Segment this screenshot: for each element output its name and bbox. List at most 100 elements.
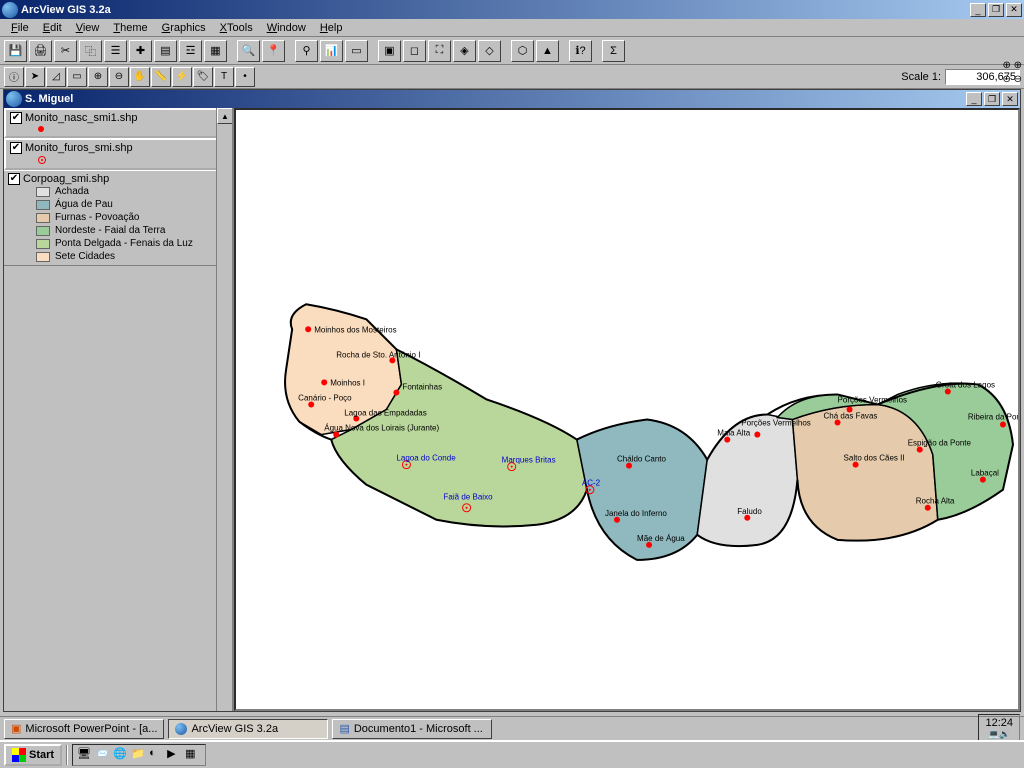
menu-xtools[interactable]: XTools [213,21,260,35]
menu-graphics[interactable]: Graphics [155,21,213,35]
measure-icon[interactable]: 📏 [151,67,171,87]
media-icon[interactable]: ▶ [167,747,183,763]
explorer-icon[interactable]: 📁 [131,747,147,763]
msn-icon[interactable]: ◐ [149,747,165,763]
task-button[interactable]: ArcView GIS 3.2a [168,719,328,739]
point-symbol-icon [38,156,46,164]
add-theme-icon[interactable]: ✚ [129,40,152,62]
pan-icon[interactable]: ✋ [130,67,150,87]
svg-text:Porções Vermelhos: Porções Vermelhos [741,419,811,428]
class-label: Achada [55,186,89,197]
layer-checkbox[interactable]: ✔ [8,173,20,185]
theme-props-icon[interactable]: ▤ [154,40,177,62]
svg-text:Rocha Alta: Rocha Alta [916,497,955,506]
zoom-full-icon[interactable]: ⛶ [428,40,451,62]
menu-edit[interactable]: Edit [36,21,69,35]
start-button[interactable]: Start [4,744,62,766]
menu-help[interactable]: Help [313,21,350,35]
system-clock: 12:24 💻🔊 [978,714,1020,743]
layer-item[interactable]: ✔ Monito_furos_smi.shp [4,138,232,170]
zoom-selected-icon[interactable]: ◇ [478,40,501,62]
dissolve-icon[interactable]: ⬡ [511,40,534,62]
app-title: ArcView GIS 3.2a [21,4,970,16]
pointer-icon[interactable]: ➤ [25,67,45,87]
svg-text:Grota dos Lagos: Grota dos Lagos [936,380,995,389]
scroll-up-icon[interactable]: ▲ [217,108,233,124]
app-titlebar: ArcView GIS 3.2a _ ❐ ✕ [0,0,1024,19]
toc-scrollbar[interactable]: ▲ [216,108,232,711]
restore-button[interactable]: ❐ [988,3,1004,17]
identify-icon[interactable]: ⓘ [4,67,24,87]
layer-item[interactable]: ✔ Corpoag_smi.shp Achada Água de Pau Fur… [4,170,232,266]
map-canvas[interactable]: Moinhos dos Mosteiros Rocha de Sto. Antó… [234,108,1020,711]
svg-text:Maia Alta: Maia Alta [717,429,751,438]
svg-text:AC-2: AC-2 [582,479,601,488]
menu-theme[interactable]: Theme [106,21,154,35]
class-label: Água de Pau [55,199,113,210]
view-close-button[interactable]: ✕ [1002,92,1018,106]
quick-launch: 🖥 📨 🌐 📁 ◐ ▶ ▦ [72,744,206,766]
point-symbol-icon [38,126,44,132]
view-window: S. Miguel _ ❐ ✕ ✔ Monito_nasc_smi1.shp ✔… [3,89,1021,712]
copy-icon[interactable]: ⿻ [79,40,102,62]
desktop-icon[interactable]: 🖥 [77,747,93,763]
hotlink-icon[interactable]: ⚡ [172,67,192,87]
map-svg: Moinhos dos Mosteiros Rocha de Sto. Antó… [236,110,1018,709]
text-icon[interactable]: T [214,67,234,87]
svg-text:Espigão da Ponte: Espigão da Ponte [908,439,972,448]
select-none-icon[interactable]: ◻ [403,40,426,62]
select-all-icon[interactable]: ▣ [378,40,401,62]
ie-icon[interactable]: 🌐 [113,747,129,763]
locate-icon[interactable]: 📍 [262,40,285,62]
layer-checkbox[interactable]: ✔ [10,142,22,154]
layout-icon[interactable]: ▭ [345,40,368,62]
geoprocess-icon[interactable]: ▲ [536,40,559,62]
cut-icon[interactable]: ✂ [54,40,77,62]
table-icon[interactable]: ▦ [204,40,227,62]
help-icon[interactable]: ℹ? [569,40,592,62]
app-icon[interactable]: ▦ [185,747,201,763]
view-icon [6,91,22,107]
menu-file[interactable]: File [4,21,36,35]
svg-text:Salto dos Cães II: Salto dos Cães II [844,454,905,463]
vertex-icon[interactable]: ◿ [46,67,66,87]
outlook-icon[interactable]: 📨 [95,747,111,763]
swatch-icon [36,213,50,223]
svg-text:Mãe de Água: Mãe de Água [637,534,685,543]
draw-icon[interactable]: • [235,67,255,87]
menubar: File Edit View Theme Graphics XTools Win… [0,19,1024,37]
zoom-in-icon[interactable]: ⊕ [88,67,108,87]
close-button[interactable]: ✕ [1006,3,1022,17]
class-label: Sete Cidades [55,251,115,262]
legend-icon[interactable]: ☲ [179,40,202,62]
layer-item[interactable]: ✔ Monito_nasc_smi1.shp [4,108,232,138]
view-titlebar[interactable]: S. Miguel _ ❐ ✕ [4,90,1020,108]
zoom-out-icon[interactable]: ⊖ [109,67,129,87]
swatch-icon [36,226,50,236]
minimize-button[interactable]: _ [970,3,986,17]
class-label: Nordeste - Faial da Terra [55,225,165,236]
task-button[interactable]: ▣Microsoft PowerPoint - [a... [4,719,164,739]
find-icon[interactable]: 🔍 [237,40,260,62]
properties-icon[interactable]: ☰ [104,40,127,62]
view-restore-button[interactable]: ❐ [984,92,1000,106]
class-label: Ponta Delgada - Fenais da Luz [55,238,193,249]
label-icon[interactable]: 🏷 [193,67,213,87]
main-toolbar: 💾 🖨 ✂ ⿻ ☰ ✚ ▤ ☲ ▦ 🔍 📍 ⚲ 📊 ▭ ▣ ◻ ⛶ ◈ ◇ ⬡ … [0,37,1024,65]
save-icon[interactable]: 💾 [4,40,27,62]
chart-icon[interactable]: 📊 [320,40,343,62]
task-button[interactable]: ▤Documento1 - Microsoft ... [332,719,492,739]
menu-window[interactable]: Window [260,21,313,35]
select-rect-icon[interactable]: ▭ [67,67,87,87]
zoom-active-icon[interactable]: ◈ [453,40,476,62]
query-icon[interactable]: ⚲ [295,40,318,62]
view-minimize-button[interactable]: _ [966,92,982,106]
swatch-icon [36,252,50,262]
table-of-contents[interactable]: ✔ Monito_nasc_smi1.shp ✔ Monito_furos_sm… [4,108,234,711]
print-icon[interactable]: 🖨 [29,40,52,62]
menu-view[interactable]: View [69,21,107,35]
svg-text:Porções Vermelhos: Porções Vermelhos [838,395,908,404]
sum-icon[interactable]: Σ [602,40,625,62]
layer-checkbox[interactable]: ✔ [10,112,22,124]
svg-text:Marques Britas: Marques Britas [502,456,556,465]
